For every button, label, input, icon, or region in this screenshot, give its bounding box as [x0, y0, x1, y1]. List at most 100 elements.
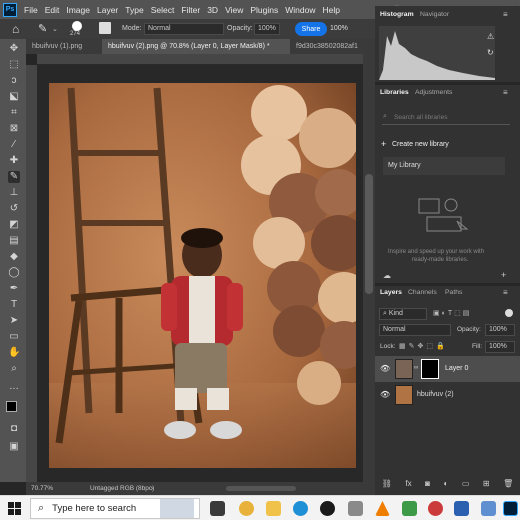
menu-edit[interactable]: Edit	[45, 5, 60, 15]
vertical-scrollbar[interactable]	[363, 54, 375, 482]
frame-tool-icon[interactable]: ⊠	[8, 123, 20, 135]
tab-paths[interactable]: Paths	[445, 289, 462, 296]
chrome-icon[interactable]	[239, 501, 254, 516]
scrollbar-thumb[interactable]	[365, 174, 373, 294]
zoom-tool-icon[interactable]: ⌕	[8, 363, 20, 375]
vlc-icon[interactable]	[375, 501, 390, 516]
tab-document-3[interactable]: f9d30c38502082af1	[290, 39, 375, 54]
clone-stamp-tool-icon[interactable]: ⊥	[8, 187, 20, 199]
menu-3d[interactable]: 3D	[207, 5, 218, 15]
zoom-level[interactable]: 70.77%	[31, 485, 53, 492]
history-brush-tool-icon[interactable]: ↺	[8, 203, 20, 215]
brush-settings-icon[interactable]	[99, 22, 111, 34]
type-tool-icon[interactable]: T	[8, 299, 20, 311]
tab-adjustments[interactable]: Adjustments	[415, 89, 452, 96]
menu-window[interactable]: Window	[285, 5, 315, 15]
add-element-icon[interactable]: +	[501, 270, 506, 280]
obs-icon[interactable]	[320, 501, 335, 516]
layer-name[interactable]: Layer 0	[445, 365, 468, 372]
layer-style-icon[interactable]: fx	[405, 479, 411, 493]
lasso-tool-icon[interactable]: ↄ	[8, 75, 20, 87]
menu-layer[interactable]: Layer	[97, 5, 118, 15]
new-group-icon[interactable]: ▭	[462, 479, 470, 493]
layer-filter-icons[interactable]: ▣◐T⬚▤	[433, 309, 471, 317]
blend-mode-select[interactable]: Normal	[379, 324, 451, 336]
layer-name[interactable]: hbuifvuv (2)	[417, 391, 454, 398]
warning-icon[interactable]: ⚠	[487, 32, 494, 41]
adjustment-layer-icon[interactable]: ◐	[443, 479, 448, 493]
ruler-vertical[interactable]	[26, 65, 37, 482]
layer-opacity-field[interactable]: 100%	[485, 324, 515, 336]
crop-tool-icon[interactable]: ⌗	[8, 107, 20, 119]
brush-preset-icon[interactable]	[72, 21, 82, 31]
document-profile[interactable]: Untagged RGB (8bpc)	[90, 485, 154, 492]
layer-filter-select[interactable]: ⌕ Kind	[379, 308, 427, 320]
edge-icon[interactable]	[293, 501, 308, 516]
link-layers-icon[interactable]: ⛓	[382, 479, 392, 493]
marquee-tool-icon[interactable]: ⬚	[8, 59, 20, 71]
tab-document-2[interactable]: hbuifvuv (2).png @ 70.8% (Layer 0, Layer…	[102, 39, 290, 54]
menu-file[interactable]: File	[24, 5, 38, 15]
opacity-field[interactable]: 100%	[254, 23, 280, 35]
layer-row-layer-0[interactable]: 👁 ∞ Layer 0	[375, 356, 520, 382]
gradient-tool-icon[interactable]: ▤	[8, 235, 20, 247]
file-explorer-icon[interactable]	[266, 501, 281, 516]
add-mask-icon[interactable]: ◙	[425, 479, 430, 493]
lock-icons[interactable]: ▦✎✥⬚🔒	[399, 342, 448, 350]
mode-select[interactable]: Normal	[144, 23, 224, 35]
panel-menu-icon[interactable]: ≡	[503, 288, 508, 297]
windows-start-icon[interactable]	[8, 502, 21, 515]
menu-image[interactable]: Image	[66, 5, 90, 15]
quick-mask-icon[interactable]: ◘	[8, 423, 20, 435]
eyedropper-tool-icon[interactable]: ⁄	[8, 139, 20, 151]
ruler-horizontal[interactable]	[37, 54, 363, 65]
my-library-item[interactable]: My Library	[383, 157, 505, 175]
dodge-tool-icon[interactable]: ◯	[8, 267, 20, 279]
tab-channels[interactable]: Channels	[408, 289, 437, 296]
pen-tool-icon[interactable]: ✒	[8, 283, 20, 295]
horizontal-scrollbar[interactable]	[226, 486, 296, 491]
sheets-icon[interactable]	[402, 501, 417, 516]
blur-tool-icon[interactable]: ◆	[8, 251, 20, 263]
layer-row-hbuifvuv-2[interactable]: 👁 hbuifvuv (2)	[375, 382, 520, 408]
menu-plugins[interactable]: Plugins	[250, 5, 278, 15]
zoom-value[interactable]: 100%	[330, 25, 348, 32]
photoshop-taskbar-icon[interactable]	[503, 501, 518, 516]
share-button[interactable]: Share	[295, 22, 327, 36]
task-view-icon[interactable]	[210, 501, 225, 516]
foreground-color-swatch[interactable]	[6, 401, 17, 412]
app-icon-2[interactable]	[481, 501, 496, 516]
panel-menu-icon[interactable]: ≡	[503, 88, 508, 97]
photoshop-logo[interactable]: Ps	[3, 2, 17, 17]
panel-menu-icon[interactable]: ≡	[503, 10, 508, 19]
new-layer-icon[interactable]: ⊞	[483, 479, 490, 493]
refresh-icon[interactable]: ↻	[487, 48, 494, 57]
tab-navigator[interactable]: Navigator	[420, 11, 449, 18]
visibility-eye-icon[interactable]: 👁	[380, 364, 390, 373]
document-canvas[interactable]	[49, 83, 356, 468]
create-library-button[interactable]: Create new library	[392, 141, 449, 148]
move-tool-icon[interactable]: ✥	[8, 43, 20, 55]
media-app-icon[interactable]	[428, 501, 443, 516]
trash-icon[interactable]: 🗑	[503, 479, 513, 493]
hand-tool-icon[interactable]: ✋	[8, 347, 20, 359]
tab-libraries[interactable]: Libraries	[380, 89, 409, 96]
path-selection-tool-icon[interactable]: ➤	[8, 315, 20, 327]
app-icon[interactable]	[348, 501, 363, 516]
menu-select[interactable]: Select	[151, 5, 175, 15]
tab-layers[interactable]: Layers	[380, 289, 402, 296]
word-icon[interactable]	[454, 501, 469, 516]
healing-brush-tool-icon[interactable]: ✚	[8, 155, 20, 167]
eraser-tool-icon[interactable]: ◩	[8, 219, 20, 231]
chevron-down-icon[interactable]: ⌄	[52, 25, 58, 33]
brush-tool-icon[interactable]: ✎	[38, 22, 47, 35]
rectangle-tool-icon[interactable]: ▭	[8, 331, 20, 343]
menu-view[interactable]: View	[225, 5, 243, 15]
menu-help[interactable]: Help	[322, 5, 339, 15]
more-tools-icon[interactable]: …	[8, 381, 20, 393]
menu-type[interactable]: Type	[125, 5, 143, 15]
tab-histogram[interactable]: Histogram	[380, 11, 414, 18]
visibility-eye-icon[interactable]: 👁	[380, 390, 390, 399]
fill-field[interactable]: 100%	[485, 341, 515, 353]
chain-link-icon[interactable]: ∞	[414, 365, 418, 371]
